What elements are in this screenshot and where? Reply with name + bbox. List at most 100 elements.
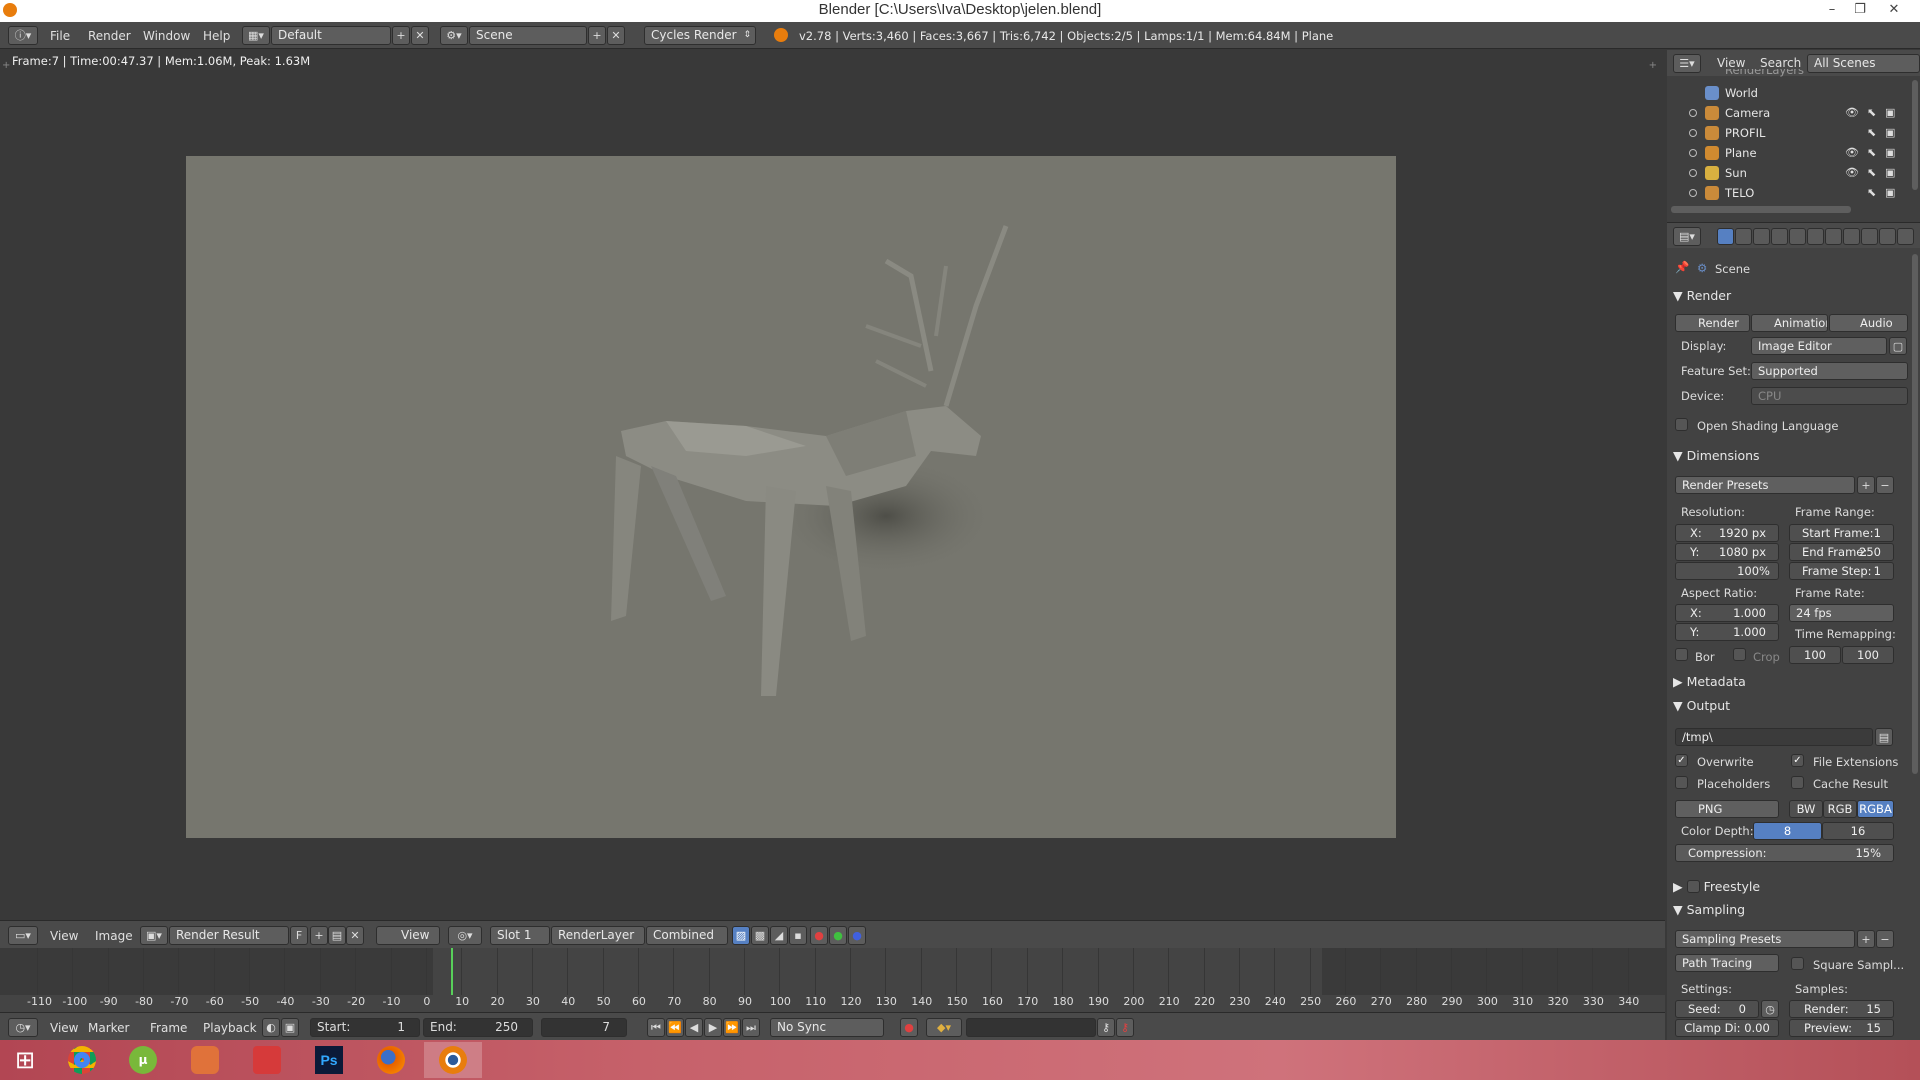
outliner-item-world[interactable]: World — [1667, 83, 1907, 103]
close-button[interactable]: ✕ — [1880, 0, 1908, 20]
render-presets-dropdown[interactable]: Render Presets — [1675, 476, 1855, 494]
output-panel-header[interactable]: ▼ Output — [1673, 698, 1730, 713]
tab-material-icon[interactable] — [1861, 228, 1878, 245]
expand-icon[interactable] — [1689, 169, 1697, 177]
menu-view[interactable]: View — [1717, 56, 1745, 70]
record-icon[interactable]: ● — [900, 1018, 918, 1037]
jump-start-icon[interactable]: ⏮ — [647, 1018, 665, 1037]
image-editor-viewport[interactable]: Frame:7 | Time:00:47.37 | Mem:1.06M, Pea… — [0, 50, 1665, 920]
properties-scrollbar[interactable] — [1912, 254, 1918, 774]
outliner-item-plane[interactable]: Plane 👁 ⬉ ▣ — [1667, 143, 1907, 163]
menu-render[interactable]: Render — [88, 29, 131, 43]
blue-channel-icon[interactable]: ● — [848, 926, 866, 945]
remove-sampling-preset-button[interactable]: − — [1876, 930, 1894, 948]
new-image-button[interactable]: + — [310, 926, 328, 945]
browse-folder-icon[interactable]: ▤ — [1875, 728, 1893, 746]
tab-render-layers-icon[interactable] — [1735, 228, 1752, 245]
sampling-presets-dropdown[interactable]: Sampling Presets — [1675, 930, 1855, 948]
render-pass-dropdown[interactable]: Combined — [646, 926, 728, 945]
menu-window[interactable]: Window — [143, 29, 190, 43]
taskbar-paint[interactable] — [180, 1042, 230, 1078]
add-sampling-preset-button[interactable]: + — [1857, 930, 1875, 948]
eye-icon[interactable]: 👁 — [1845, 106, 1859, 119]
menu-view[interactable]: View — [50, 1021, 78, 1035]
render-icon[interactable]: ▣ — [1885, 126, 1895, 139]
file-format-dropdown[interactable]: PNG — [1675, 800, 1779, 818]
layout-icon[interactable]: ▦▾ — [242, 26, 270, 45]
remap-old-field[interactable]: 100 — [1789, 646, 1841, 664]
seed-field[interactable]: Seed: 0 — [1675, 1000, 1759, 1018]
compression-slider[interactable]: Compression: 15% — [1675, 844, 1894, 862]
freestyle-panel-header[interactable]: ▶ Freestyle — [1673, 878, 1760, 894]
insert-keyframe-icon[interactable]: ⚷ — [1097, 1018, 1115, 1037]
taskbar-blender[interactable] — [424, 1042, 482, 1078]
jump-end-icon[interactable]: ⏭ — [742, 1018, 760, 1037]
select-arrow-icon[interactable]: ⬉ — [1867, 106, 1876, 119]
unlink-image-button[interactable]: ✕ — [346, 926, 364, 945]
metadata-panel-header[interactable]: ▶ Metadata — [1673, 674, 1746, 689]
animated-seed-icon[interactable]: ◷ — [1761, 1000, 1779, 1018]
clamp-direct-field[interactable]: Clamp Di: 0.00 — [1675, 1019, 1779, 1037]
display-alpha-icon[interactable]: ▩ — [751, 926, 769, 945]
tab-data-icon[interactable] — [1843, 228, 1860, 245]
minimize-button[interactable]: – — [1818, 0, 1846, 20]
bw-button[interactable]: BW — [1789, 800, 1823, 818]
overwrite-checkbox[interactable]: ✓ — [1675, 754, 1688, 767]
menu-playback[interactable]: Playback — [203, 1021, 257, 1035]
pivot-icon[interactable]: ◎▾ — [448, 926, 482, 945]
eye-icon[interactable]: 👁 — [1845, 166, 1859, 179]
delete-keyframe-icon[interactable]: ⚷ — [1116, 1018, 1134, 1037]
eye-icon[interactable]: 👁 — [1845, 146, 1859, 159]
current-frame-field[interactable]: 7 — [541, 1018, 627, 1037]
menu-frame[interactable]: Frame — [150, 1021, 187, 1035]
resolution-y-field[interactable]: Y: 1080 px — [1675, 543, 1779, 561]
select-arrow-icon[interactable]: ⬉ — [1867, 186, 1876, 199]
screen-layout-field[interactable]: Default — [271, 26, 391, 45]
fake-user-button[interactable]: F — [290, 926, 308, 945]
file-extensions-checbox[interactable]: ✓ — [1791, 754, 1804, 767]
outliner-item-sun[interactable]: Sun 👁 ⬉ ▣ — [1667, 163, 1907, 183]
resolution-percent-field[interactable]: 100% — [1675, 562, 1779, 580]
render-icon[interactable]: ▣ — [1885, 186, 1895, 199]
active-keying-set-field[interactable] — [966, 1018, 1096, 1037]
display-z-icon[interactable]: ◢ — [770, 926, 788, 945]
render-button[interactable]: Render — [1675, 314, 1750, 332]
rgba-button[interactable]: RGBA — [1857, 800, 1894, 818]
add-preset-button[interactable]: + — [1857, 476, 1875, 494]
square-samples-checkbox[interactable] — [1791, 957, 1804, 970]
sampling-panel-header[interactable]: ▼ Sampling — [1673, 902, 1745, 917]
render-icon[interactable]: ▣ — [1885, 166, 1895, 179]
osl-checkbox[interactable] — [1675, 418, 1688, 431]
remove-preset-button[interactable]: − — [1876, 476, 1894, 494]
aspect-x-field[interactable]: X: 1.000 — [1675, 604, 1779, 622]
remap-new-field[interactable]: 100 — [1842, 646, 1894, 664]
frame-rate-dropdown[interactable]: 24 fps — [1789, 604, 1894, 622]
sync-mode-dropdown[interactable]: No Sync — [770, 1018, 884, 1037]
play-reverse-icon[interactable]: ◀ — [685, 1018, 703, 1037]
tab-modifiers-icon[interactable] — [1825, 228, 1842, 245]
pin-icon[interactable]: 📌 — [1675, 260, 1689, 274]
render-engine-dropdown[interactable]: Cycles Render ⇕ — [644, 26, 756, 45]
open-image-button[interactable]: ▤ — [328, 926, 346, 945]
expand-icon[interactable] — [1689, 109, 1697, 117]
corner-plus-icon[interactable]: + — [1649, 60, 1657, 71]
corner-plus-icon[interactable]: + — [2, 60, 10, 71]
display-color-alpha-icon[interactable]: ▨ — [732, 926, 750, 945]
taskbar-chrome[interactable] — [57, 1042, 107, 1078]
end-frame-field[interactable]: End: 250 — [423, 1018, 533, 1037]
tab-world-icon[interactable] — [1771, 228, 1788, 245]
preview-samples-field[interactable]: Preview: 15 — [1789, 1019, 1894, 1037]
resolution-x-field[interactable]: X: 1920 px — [1675, 524, 1779, 542]
lock-range-icon[interactable]: ▣ — [281, 1018, 299, 1037]
menu-image[interactable]: Image — [95, 929, 133, 943]
render-layer-dropdown[interactable]: RenderLayer — [551, 926, 645, 945]
output-path-field[interactable]: /tmp\ — [1675, 728, 1873, 746]
render-samples-field[interactable]: Render: 15 — [1789, 1000, 1894, 1018]
start-frame-field[interactable]: Start: 1 — [310, 1018, 420, 1037]
menu-marker[interactable]: Marker — [88, 1021, 129, 1035]
feature-set-dropdown[interactable]: Supported — [1751, 362, 1908, 380]
image-browse-icon[interactable]: ▣▾ — [140, 926, 168, 945]
freestyle-checkbox[interactable] — [1686, 880, 1700, 893]
audio-button[interactable]: Audio — [1829, 314, 1908, 332]
select-arrow-icon[interactable]: ⬉ — [1867, 166, 1876, 179]
